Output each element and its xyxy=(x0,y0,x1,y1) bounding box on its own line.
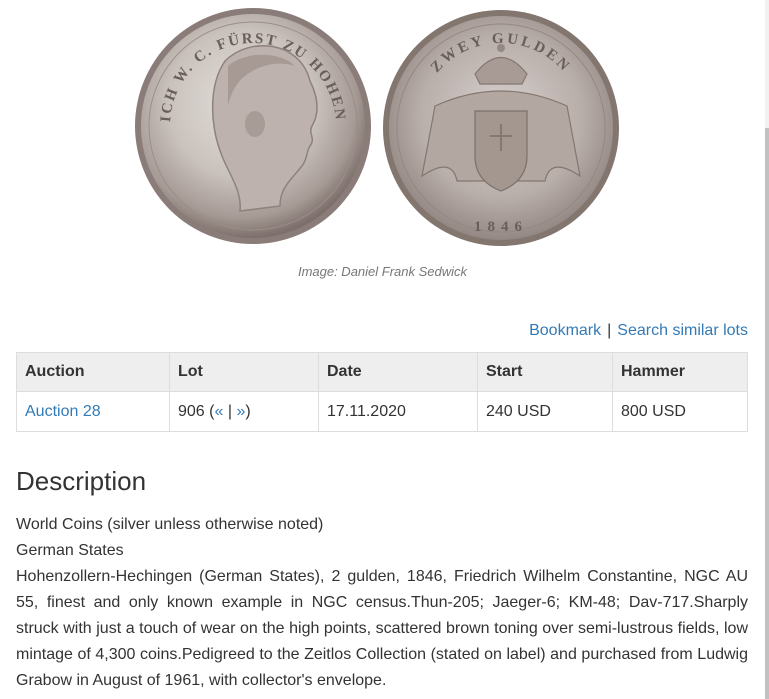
lot-number: 906 xyxy=(178,402,205,420)
reverse-year: 1846 xyxy=(474,219,528,235)
next-lot-link[interactable]: » xyxy=(236,403,245,420)
lot-nav-close: ) xyxy=(245,402,251,420)
coin-image: FRIEDRICH W. C. FÜRST ZU HOHENZ HECH ZWE… xyxy=(130,6,640,251)
description-category: World Coins (silver unless otherwise not… xyxy=(16,516,324,533)
coin-reverse: ZWEY GULDEN 1846 xyxy=(383,10,619,246)
cell-start: 240 USD xyxy=(477,391,613,432)
cell-lot: 906 (« | ») xyxy=(169,391,319,432)
description-heading: Description xyxy=(16,466,147,496)
search-similar-lots-link[interactable]: Search similar lots xyxy=(617,322,748,339)
image-credit: Image: Daniel Frank Sedwick xyxy=(297,264,468,279)
header-date: Date xyxy=(318,352,478,392)
lot-table: Auction Lot Date Start Hammer Auction 28… xyxy=(16,352,748,432)
header-start: Start xyxy=(477,352,613,392)
table-row: Auction 28 906 (« | ») 17.11.2020 240 US… xyxy=(16,391,748,432)
bookmark-link[interactable]: Bookmark xyxy=(529,322,601,339)
header-lot: Lot xyxy=(169,352,319,392)
actions-separator: | xyxy=(607,322,612,339)
header-auction: Auction xyxy=(16,352,170,392)
cell-hammer: 800 USD xyxy=(612,391,748,432)
coin-obverse: FRIEDRICH W. C. FÜRST ZU HOHENZ HECH xyxy=(130,6,371,244)
scrollbar-thumb[interactable] xyxy=(765,128,769,699)
lot-nav-separator: | xyxy=(223,402,237,420)
auction-link[interactable]: Auction 28 xyxy=(25,403,101,420)
description-subcategory: German States xyxy=(16,542,124,559)
table-header-row: Auction Lot Date Start Hammer xyxy=(16,352,748,392)
lot-actions: Bookmark | Search similar lots xyxy=(529,322,748,340)
cell-auction: Auction 28 xyxy=(16,391,170,432)
description-body: World Coins (silver unless otherwise not… xyxy=(16,512,748,694)
cell-date: 17.11.2020 xyxy=(318,391,478,432)
header-hammer: Hammer xyxy=(612,352,748,392)
description-text: Hohenzollern-Hechingen (German States), … xyxy=(16,568,748,689)
